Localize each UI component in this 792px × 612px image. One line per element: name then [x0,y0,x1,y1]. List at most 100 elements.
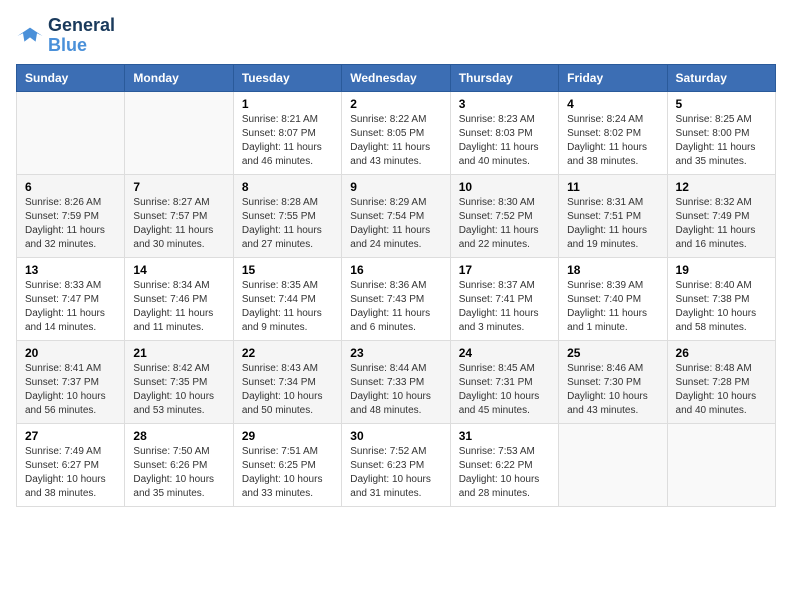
day-number: 27 [25,429,116,443]
week-row-4: 20 Sunrise: 8:41 AMSunset: 7:37 PMDaylig… [17,340,776,423]
day-detail: Sunrise: 8:39 AMSunset: 7:40 PMDaylight:… [567,279,658,335]
day-detail: Sunrise: 8:37 AMSunset: 7:41 PMDaylight:… [459,279,550,335]
week-row-1: 1 Sunrise: 8:21 AMSunset: 8:07 PMDayligh… [17,91,776,174]
header-cell-wednesday: Wednesday [342,64,450,91]
day-detail: Sunrise: 8:41 AMSunset: 7:37 PMDaylight:… [25,362,116,418]
day-cell: 30 Sunrise: 7:52 AMSunset: 6:23 PMDaylig… [342,423,450,506]
day-cell: 3 Sunrise: 8:23 AMSunset: 8:03 PMDayligh… [450,91,558,174]
day-cell: 11 Sunrise: 8:31 AMSunset: 7:51 PMDaylig… [559,174,667,257]
day-number: 23 [350,346,441,360]
day-cell: 4 Sunrise: 8:24 AMSunset: 8:02 PMDayligh… [559,91,667,174]
day-detail: Sunrise: 8:30 AMSunset: 7:52 PMDaylight:… [459,196,550,252]
logo-icon [16,22,44,50]
day-number: 26 [676,346,767,360]
day-detail: Sunrise: 8:40 AMSunset: 7:38 PMDaylight:… [676,279,767,335]
day-detail: Sunrise: 8:24 AMSunset: 8:02 PMDaylight:… [567,113,658,169]
week-row-2: 6 Sunrise: 8:26 AMSunset: 7:59 PMDayligh… [17,174,776,257]
day-cell: 2 Sunrise: 8:22 AMSunset: 8:05 PMDayligh… [342,91,450,174]
day-cell: 6 Sunrise: 8:26 AMSunset: 7:59 PMDayligh… [17,174,125,257]
day-cell: 31 Sunrise: 7:53 AMSunset: 6:22 PMDaylig… [450,423,558,506]
day-detail: Sunrise: 8:32 AMSunset: 7:49 PMDaylight:… [676,196,767,252]
day-detail: Sunrise: 8:26 AMSunset: 7:59 PMDaylight:… [25,196,116,252]
day-cell: 1 Sunrise: 8:21 AMSunset: 8:07 PMDayligh… [233,91,341,174]
day-cell: 20 Sunrise: 8:41 AMSunset: 7:37 PMDaylig… [17,340,125,423]
day-cell: 24 Sunrise: 8:45 AMSunset: 7:31 PMDaylig… [450,340,558,423]
day-number: 1 [242,97,333,111]
day-detail: Sunrise: 7:51 AMSunset: 6:25 PMDaylight:… [242,445,333,501]
day-number: 7 [133,180,224,194]
day-cell: 19 Sunrise: 8:40 AMSunset: 7:38 PMDaylig… [667,257,775,340]
day-cell: 23 Sunrise: 8:44 AMSunset: 7:33 PMDaylig… [342,340,450,423]
day-detail: Sunrise: 7:52 AMSunset: 6:23 PMDaylight:… [350,445,441,501]
day-number: 8 [242,180,333,194]
day-cell: 15 Sunrise: 8:35 AMSunset: 7:44 PMDaylig… [233,257,341,340]
day-number: 10 [459,180,550,194]
header-row: SundayMondayTuesdayWednesdayThursdayFrid… [17,64,776,91]
day-number: 29 [242,429,333,443]
day-number: 17 [459,263,550,277]
day-number: 25 [567,346,658,360]
day-detail: Sunrise: 8:29 AMSunset: 7:54 PMDaylight:… [350,196,441,252]
day-detail: Sunrise: 8:44 AMSunset: 7:33 PMDaylight:… [350,362,441,418]
day-cell: 29 Sunrise: 7:51 AMSunset: 6:25 PMDaylig… [233,423,341,506]
day-detail: Sunrise: 8:48 AMSunset: 7:28 PMDaylight:… [676,362,767,418]
day-detail: Sunrise: 7:50 AMSunset: 6:26 PMDaylight:… [133,445,224,501]
day-cell: 18 Sunrise: 8:39 AMSunset: 7:40 PMDaylig… [559,257,667,340]
day-detail: Sunrise: 8:46 AMSunset: 7:30 PMDaylight:… [567,362,658,418]
day-cell [125,91,233,174]
day-number: 16 [350,263,441,277]
day-cell: 9 Sunrise: 8:29 AMSunset: 7:54 PMDayligh… [342,174,450,257]
day-detail: Sunrise: 8:23 AMSunset: 8:03 PMDaylight:… [459,113,550,169]
day-cell: 16 Sunrise: 8:36 AMSunset: 7:43 PMDaylig… [342,257,450,340]
day-cell: 22 Sunrise: 8:43 AMSunset: 7:34 PMDaylig… [233,340,341,423]
day-cell: 10 Sunrise: 8:30 AMSunset: 7:52 PMDaylig… [450,174,558,257]
header-cell-thursday: Thursday [450,64,558,91]
day-number: 12 [676,180,767,194]
day-number: 28 [133,429,224,443]
day-detail: Sunrise: 7:49 AMSunset: 6:27 PMDaylight:… [25,445,116,501]
day-detail: Sunrise: 8:31 AMSunset: 7:51 PMDaylight:… [567,196,658,252]
day-number: 15 [242,263,333,277]
day-detail: Sunrise: 8:28 AMSunset: 7:55 PMDaylight:… [242,196,333,252]
day-cell: 12 Sunrise: 8:32 AMSunset: 7:49 PMDaylig… [667,174,775,257]
header-cell-friday: Friday [559,64,667,91]
page-header: General Blue [16,16,776,56]
day-cell: 8 Sunrise: 8:28 AMSunset: 7:55 PMDayligh… [233,174,341,257]
calendar-table: SundayMondayTuesdayWednesdayThursdayFrid… [16,64,776,507]
week-row-3: 13 Sunrise: 8:33 AMSunset: 7:47 PMDaylig… [17,257,776,340]
day-detail: Sunrise: 8:36 AMSunset: 7:43 PMDaylight:… [350,279,441,335]
day-number: 14 [133,263,224,277]
day-detail: Sunrise: 8:45 AMSunset: 7:31 PMDaylight:… [459,362,550,418]
day-cell: 27 Sunrise: 7:49 AMSunset: 6:27 PMDaylig… [17,423,125,506]
header-cell-monday: Monday [125,64,233,91]
day-number: 5 [676,97,767,111]
logo-text: General Blue [48,16,115,56]
day-detail: Sunrise: 8:33 AMSunset: 7:47 PMDaylight:… [25,279,116,335]
day-detail: Sunrise: 8:34 AMSunset: 7:46 PMDaylight:… [133,279,224,335]
day-cell: 13 Sunrise: 8:33 AMSunset: 7:47 PMDaylig… [17,257,125,340]
day-detail: Sunrise: 8:27 AMSunset: 7:57 PMDaylight:… [133,196,224,252]
day-number: 31 [459,429,550,443]
day-detail: Sunrise: 7:53 AMSunset: 6:22 PMDaylight:… [459,445,550,501]
day-number: 18 [567,263,658,277]
day-cell: 26 Sunrise: 8:48 AMSunset: 7:28 PMDaylig… [667,340,775,423]
day-number: 4 [567,97,658,111]
logo: General Blue [16,16,115,56]
day-cell: 5 Sunrise: 8:25 AMSunset: 8:00 PMDayligh… [667,91,775,174]
day-detail: Sunrise: 8:21 AMSunset: 8:07 PMDaylight:… [242,113,333,169]
day-detail: Sunrise: 8:25 AMSunset: 8:00 PMDaylight:… [676,113,767,169]
day-number: 6 [25,180,116,194]
day-cell: 25 Sunrise: 8:46 AMSunset: 7:30 PMDaylig… [559,340,667,423]
header-cell-sunday: Sunday [17,64,125,91]
day-number: 24 [459,346,550,360]
day-cell [17,91,125,174]
day-number: 21 [133,346,224,360]
day-number: 11 [567,180,658,194]
header-cell-saturday: Saturday [667,64,775,91]
day-number: 9 [350,180,441,194]
day-number: 30 [350,429,441,443]
day-number: 3 [459,97,550,111]
day-cell: 28 Sunrise: 7:50 AMSunset: 6:26 PMDaylig… [125,423,233,506]
day-cell: 17 Sunrise: 8:37 AMSunset: 7:41 PMDaylig… [450,257,558,340]
day-number: 20 [25,346,116,360]
